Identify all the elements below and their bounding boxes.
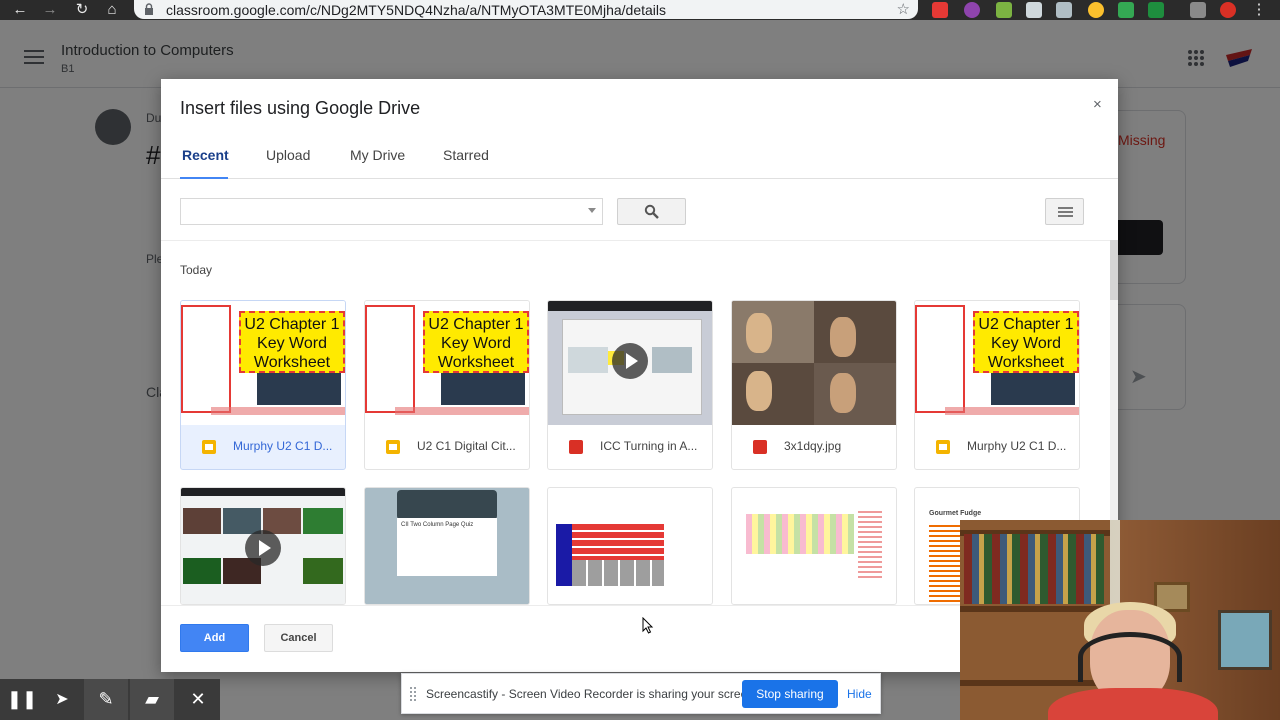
- browser-toolbar: ← → ↻ ⌂ classroom.google.com/c/NDg2MTY5N…: [0, 0, 1280, 20]
- file-tile[interactable]: CII Two Column Page Quiz: [364, 487, 530, 605]
- profile-avatar[interactable]: [1220, 2, 1236, 18]
- file-tile[interactable]: ICC Turning in A...: [547, 300, 713, 470]
- list-view-icon: [1058, 207, 1073, 209]
- thumbnail-caption: CII Two Column Page Quiz: [401, 522, 474, 528]
- home-icon[interactable]: ⌂: [103, 1, 121, 19]
- slides-icon: [202, 440, 216, 454]
- list-view-button[interactable]: [1045, 198, 1084, 225]
- search-icon: [644, 204, 659, 219]
- url-text: classroom.google.com/c/NDg2MTY5NDQ4Nzha/…: [166, 2, 667, 18]
- address-bar[interactable]: classroom.google.com/c/NDg2MTY5NDQ4Nzha/…: [134, 0, 918, 19]
- webcam-overlay: [960, 520, 1280, 720]
- forward-icon[interactable]: →: [41, 1, 59, 19]
- file-thumbnail: [548, 488, 712, 604]
- video-icon: [569, 440, 583, 454]
- file-name: U2 C1 Digital Cit...: [417, 439, 516, 453]
- dialog-title: Insert files using Google Drive: [180, 98, 421, 118]
- screen-share-notification: Screencastify - Screen Video Recorder is…: [401, 673, 881, 714]
- section-label-today: Today: [180, 263, 213, 277]
- file-tile[interactable]: [180, 487, 346, 605]
- file-tile[interactable]: U2 Chapter 1 Key Word Worksheet U2 C1 Di…: [364, 300, 530, 470]
- star-icon[interactable]: ☆: [897, 0, 910, 18]
- play-icon: [612, 343, 648, 379]
- add-button[interactable]: Add: [180, 624, 249, 652]
- thumbnail-caption: U2 Chapter 1 Key Word Worksheet: [423, 311, 529, 373]
- file-tile[interactable]: U2 Chapter 1 Key Word Worksheet Murphy U…: [180, 300, 346, 470]
- tab-upload[interactable]: Upload: [266, 147, 310, 179]
- close-icon[interactable]: ✕: [176, 679, 220, 720]
- slides-icon: [936, 440, 950, 454]
- file-tile[interactable]: U2 Chapter 1 Key Word Worksheet Murphy U…: [914, 300, 1080, 470]
- sheets-extension-icon[interactable]: [1148, 2, 1164, 18]
- file-tile[interactable]: [731, 487, 897, 605]
- close-icon[interactable]: ×: [1093, 96, 1102, 113]
- pen-icon[interactable]: ✎: [84, 679, 128, 720]
- extension-icon[interactable]: [1088, 2, 1104, 18]
- highlighter-icon[interactable]: ▰: [130, 679, 174, 720]
- menu-kebab-icon[interactable]: ⋮: [1250, 1, 1268, 19]
- file-tile[interactable]: 3x1dqy.jpg: [731, 300, 897, 470]
- cursor-icon[interactable]: ➤: [40, 679, 84, 720]
- file-thumbnail: U2 Chapter 1 Key Word Worksheet: [181, 301, 345, 425]
- tab-starred[interactable]: Starred: [443, 147, 489, 179]
- image-icon: [753, 440, 767, 454]
- search-button[interactable]: [617, 198, 686, 225]
- screencastify-toolbar: ❚❚ ➤ ✎ ▰ ✕: [0, 679, 220, 720]
- file-name: 3x1dqy.jpg: [784, 439, 842, 453]
- file-name: Murphy U2 C1 D...: [233, 439, 333, 453]
- back-icon[interactable]: ←: [11, 1, 29, 19]
- reload-icon[interactable]: ↻: [73, 1, 91, 19]
- extension-icon[interactable]: [964, 2, 980, 18]
- file-name: Murphy U2 C1 D...: [967, 439, 1067, 453]
- file-thumbnail: U2 Chapter 1 Key Word Worksheet: [365, 301, 529, 425]
- extension-icon[interactable]: [996, 2, 1012, 18]
- divider: [161, 240, 1118, 241]
- lock-icon: [145, 3, 153, 15]
- drag-handle[interactable]: [410, 687, 416, 701]
- tab-recent[interactable]: Recent: [180, 147, 229, 179]
- search-input[interactable]: [180, 198, 603, 225]
- hide-link[interactable]: Hide: [847, 687, 872, 701]
- share-message: Screencastify - Screen Video Recorder is…: [426, 687, 758, 701]
- file-thumbnail: [181, 488, 345, 604]
- chevron-down-icon[interactable]: [588, 208, 596, 213]
- play-icon: [245, 530, 281, 566]
- media-icon[interactable]: [1190, 2, 1206, 18]
- file-thumbnail: CII Two Column Page Quiz: [365, 488, 529, 604]
- thumbnail-caption: U2 Chapter 1 Key Word Worksheet: [973, 311, 1079, 373]
- picker-tabs: Recent Upload My Drive Starred: [161, 139, 1118, 179]
- thumbnail-caption: Gourmet Fudge: [929, 510, 982, 517]
- extension-icon[interactable]: [1026, 2, 1042, 18]
- file-thumbnail: [732, 488, 896, 604]
- stop-sharing-button[interactable]: Stop sharing: [742, 680, 838, 708]
- slides-icon: [386, 440, 400, 454]
- pause-icon[interactable]: ❚❚: [0, 679, 44, 720]
- scrollbar-thumb[interactable]: [1110, 240, 1118, 300]
- thumbnail-caption: U2 Chapter 1 Key Word Worksheet: [239, 311, 345, 373]
- tab-my-drive[interactable]: My Drive: [350, 147, 405, 179]
- file-thumbnail: [548, 301, 712, 425]
- file-tile[interactable]: [547, 487, 713, 605]
- extension-icon[interactable]: [1056, 2, 1072, 18]
- mouse-cursor-icon: [642, 617, 654, 634]
- extension-icon[interactable]: [932, 2, 948, 18]
- file-name: ICC Turning in A...: [600, 439, 698, 453]
- file-thumbnail: U2 Chapter 1 Key Word Worksheet: [915, 301, 1079, 425]
- cancel-button[interactable]: Cancel: [264, 624, 333, 652]
- file-thumbnail: [732, 301, 896, 425]
- drive-extension-icon[interactable]: [1118, 2, 1134, 18]
